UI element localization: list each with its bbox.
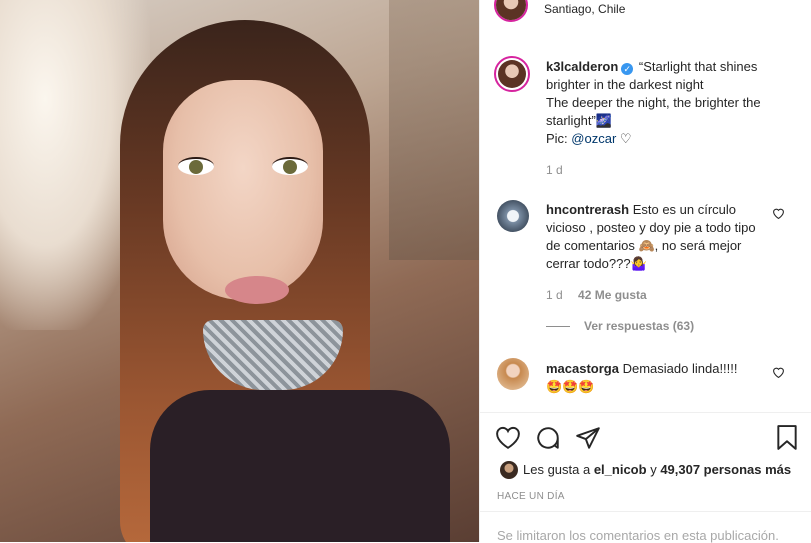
actions-separator <box>480 412 811 413</box>
comment-likes[interactable]: 42 Me gusta <box>578 288 647 302</box>
photo-top <box>150 390 450 542</box>
photo-lips <box>225 276 289 304</box>
caption-time[interactable]: 1 d <box>546 163 563 177</box>
comment-username[interactable]: macastorga <box>546 361 619 376</box>
bookmark-icon[interactable] <box>775 425 801 451</box>
comment-like-heart-icon[interactable] <box>772 207 785 222</box>
likes-middle: y <box>646 462 661 477</box>
comments-limited-notice: Se limitaron los comentarios en esta pub… <box>497 528 779 543</box>
likes-user[interactable]: el_nicob <box>594 462 647 477</box>
post-location[interactable]: Santiago, Chile <box>544 2 625 16</box>
comment-meta: 1 d 42 Me gusta <box>546 288 647 302</box>
post-time-ago[interactable]: HACE UN DÍA <box>497 491 565 502</box>
comment-time[interactable]: 1 d <box>546 288 563 302</box>
view-replies-label[interactable]: Ver respuestas (63) <box>584 319 694 333</box>
caption-pic-prefix: Pic: <box>546 131 572 146</box>
comment-like-heart-icon[interactable] <box>772 366 785 381</box>
view-replies[interactable]: Ver respuestas (63) <box>546 319 694 333</box>
photo-eye-left <box>178 157 214 175</box>
liker-avatar[interactable] <box>500 461 518 479</box>
heart-icon[interactable] <box>495 425 521 451</box>
comment-avatar[interactable] <box>497 200 529 232</box>
comment-icon[interactable] <box>535 425 561 451</box>
comment-username[interactable]: hncontrerash <box>546 202 629 217</box>
post-photo[interactable] <box>0 0 479 542</box>
share-icon[interactable] <box>575 425 601 451</box>
comment-avatar[interactable] <box>497 358 529 390</box>
likes-summary: Les gusta a el_nicob y 49,307 personas m… <box>523 462 791 477</box>
comment-2: macastorga Demasiado linda!!!!! 🤩🤩🤩 <box>546 360 766 396</box>
caption-mention[interactable]: @ozcar <box>571 131 616 146</box>
caption-line2: The deeper the night, the brighter the s… <box>546 95 761 128</box>
panel-divider <box>479 0 480 542</box>
likes-prefix: Les gusta a <box>523 462 594 477</box>
caption: k3lcalderon ✓ “Starlight that shines brig… <box>546 58 796 148</box>
comment-text: Demasiado linda!!!!! <box>622 361 738 376</box>
verified-icon: ✓ <box>621 63 634 75</box>
comment-1: hncontrerash Esto es un círculo vicioso … <box>546 201 766 273</box>
footer-separator <box>480 511 811 512</box>
caption-avatar[interactable] <box>494 56 530 92</box>
photo-eye-right <box>272 157 308 175</box>
caption-heart: ♡ <box>619 131 632 146</box>
photo-face <box>163 80 323 300</box>
comment-emojis: 🤩🤩🤩 <box>546 379 595 394</box>
header-avatar[interactable] <box>494 0 528 22</box>
likes-count[interactable]: 49,307 personas más <box>660 462 791 477</box>
photo-shelf <box>389 0 479 260</box>
caption-username[interactable]: k3lcalderon <box>546 59 618 74</box>
